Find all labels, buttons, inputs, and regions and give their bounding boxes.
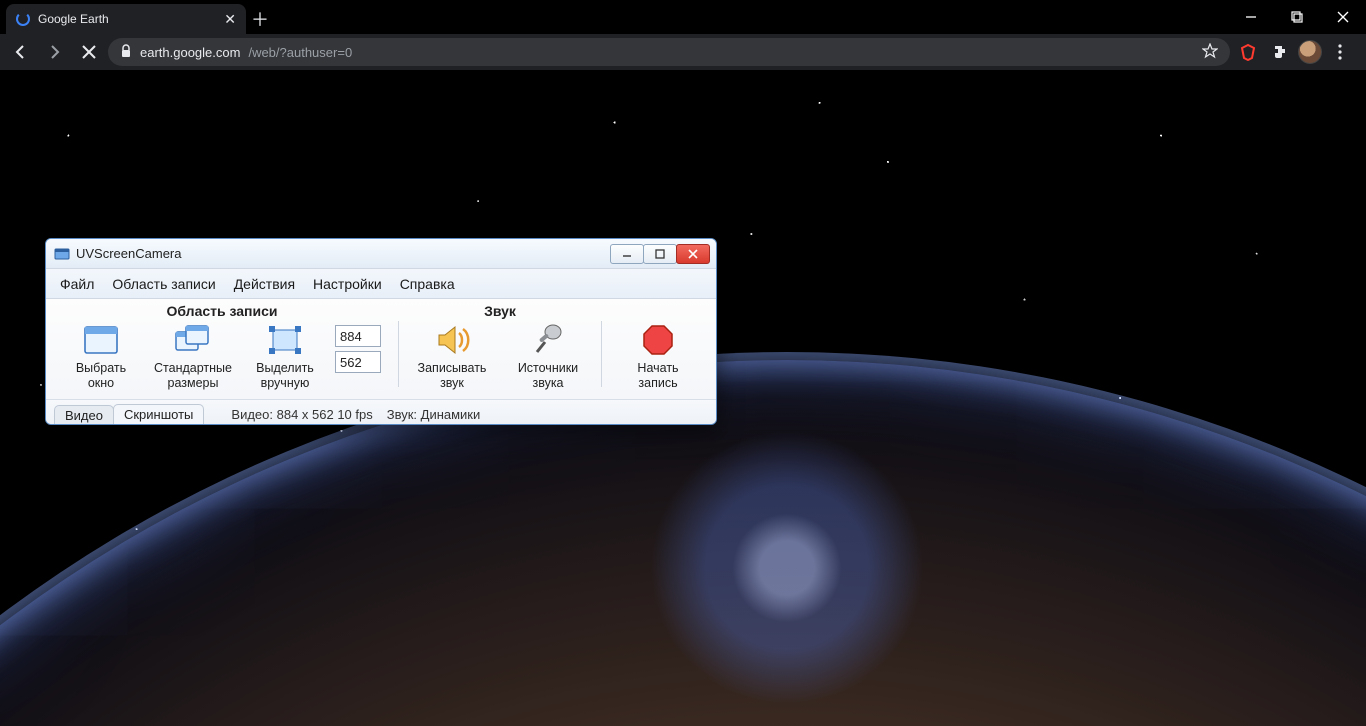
tab-video[interactable]: Видео: [54, 405, 114, 425]
separator: [601, 321, 602, 387]
extensions-icon[interactable]: [1266, 38, 1294, 66]
uv-minimize-button[interactable]: [610, 244, 644, 264]
browser-titlebar: Google Earth ✕ ＋: [0, 0, 1366, 34]
select-manual-button[interactable]: Выделить вручную: [247, 323, 323, 391]
group-sound-title: Звук: [484, 303, 516, 319]
record-sound-button[interactable]: Записывать звук: [410, 323, 494, 391]
maximize-icon: [1291, 11, 1303, 23]
uv-title: UVScreenCamera: [76, 246, 610, 261]
nav-back-button[interactable]: [6, 37, 36, 67]
select-window-label: Выбрать окно: [76, 361, 126, 391]
uv-close-button[interactable]: [676, 244, 710, 264]
menu-file[interactable]: Файл: [60, 276, 94, 292]
uvscreencamera-window: UVScreenCamera Файл Область записи Дейст…: [45, 238, 717, 425]
speaker-icon: [433, 323, 471, 357]
uv-maximize-button[interactable]: [643, 244, 677, 264]
profile-avatar[interactable]: [1298, 40, 1322, 64]
new-tab-button[interactable]: ＋: [246, 4, 274, 34]
uv-bottom-tabs: Видео Скриншоты Видео: 884 x 562 10 fps …: [46, 400, 716, 424]
minimize-button[interactable]: [1228, 0, 1274, 34]
arrow-right-icon: [46, 43, 64, 61]
menu-help[interactable]: Справка: [400, 276, 455, 292]
browser-tab[interactable]: Google Earth ✕: [6, 4, 246, 34]
kebab-menu-icon[interactable]: [1326, 38, 1354, 66]
browser-right-cluster: [1234, 38, 1360, 66]
double-window-icon: [174, 323, 212, 357]
arrow-left-icon: [12, 43, 30, 61]
menu-settings[interactable]: Настройки: [313, 276, 382, 292]
status-video: Видео: 884 x 562 10 fps: [231, 407, 372, 422]
lock-icon: [120, 44, 132, 61]
crop-handles-icon: [266, 323, 304, 357]
standard-sizes-button[interactable]: Стандартные размеры: [151, 323, 235, 391]
standard-sizes-label: Стандартные размеры: [154, 361, 232, 391]
width-input[interactable]: [335, 325, 381, 347]
tab-screenshots[interactable]: Скриншоты: [113, 404, 204, 424]
close-icon: [687, 249, 699, 259]
group-area-title: Область записи: [166, 303, 277, 319]
uv-app-icon: [54, 246, 70, 262]
minimize-icon: [621, 249, 633, 259]
window-icon: [82, 323, 120, 357]
url-host: earth.google.com: [140, 45, 240, 60]
group-record-title: [656, 303, 660, 319]
uv-toolbar: Область записи Выбрать окно Стандартные …: [46, 299, 716, 400]
shield-icon[interactable]: [1234, 38, 1262, 66]
page-content: UVScreenCamera Файл Область записи Дейст…: [0, 70, 1366, 726]
microphone-icon: [529, 323, 567, 357]
close-button[interactable]: [1320, 0, 1366, 34]
height-input[interactable]: [335, 351, 381, 373]
sound-sources-label: Источники звука: [518, 361, 578, 391]
uv-menubar: Файл Область записи Действия Настройки С…: [46, 269, 716, 299]
window-controls: [1228, 0, 1366, 34]
select-window-button[interactable]: Выбрать окно: [63, 323, 139, 391]
stop-icon: [81, 44, 97, 60]
browser-address-bar: earth.google.com/web/?authuser=0: [0, 34, 1366, 70]
star-icon[interactable]: [1202, 43, 1218, 62]
loading-spinner-icon: [16, 12, 30, 26]
menu-actions[interactable]: Действия: [234, 276, 295, 292]
tab-close-icon[interactable]: ✕: [224, 11, 236, 28]
menu-capture-area[interactable]: Область записи: [112, 276, 215, 292]
nav-stop-button[interactable]: [74, 37, 104, 67]
sound-sources-button[interactable]: Источники звука: [506, 323, 590, 391]
minimize-icon: [1245, 11, 1257, 23]
maximize-button[interactable]: [1274, 0, 1320, 34]
tab-title: Google Earth: [38, 12, 109, 26]
address-field[interactable]: earth.google.com/web/?authuser=0: [108, 38, 1230, 66]
separator: [398, 321, 399, 387]
url-path: /web/?authuser=0: [248, 45, 352, 60]
start-record-button[interactable]: Начать запись: [620, 323, 696, 391]
start-record-label: Начать запись: [637, 361, 678, 391]
maximize-icon: [654, 249, 666, 259]
uv-titlebar[interactable]: UVScreenCamera: [46, 239, 716, 269]
status-sound: Звук: Динамики: [387, 407, 481, 422]
record-sound-label: Записывать звук: [418, 361, 487, 391]
select-manual-label: Выделить вручную: [256, 361, 314, 391]
nav-forward-button[interactable]: [40, 37, 70, 67]
record-icon: [639, 323, 677, 357]
close-icon: [1337, 11, 1349, 23]
